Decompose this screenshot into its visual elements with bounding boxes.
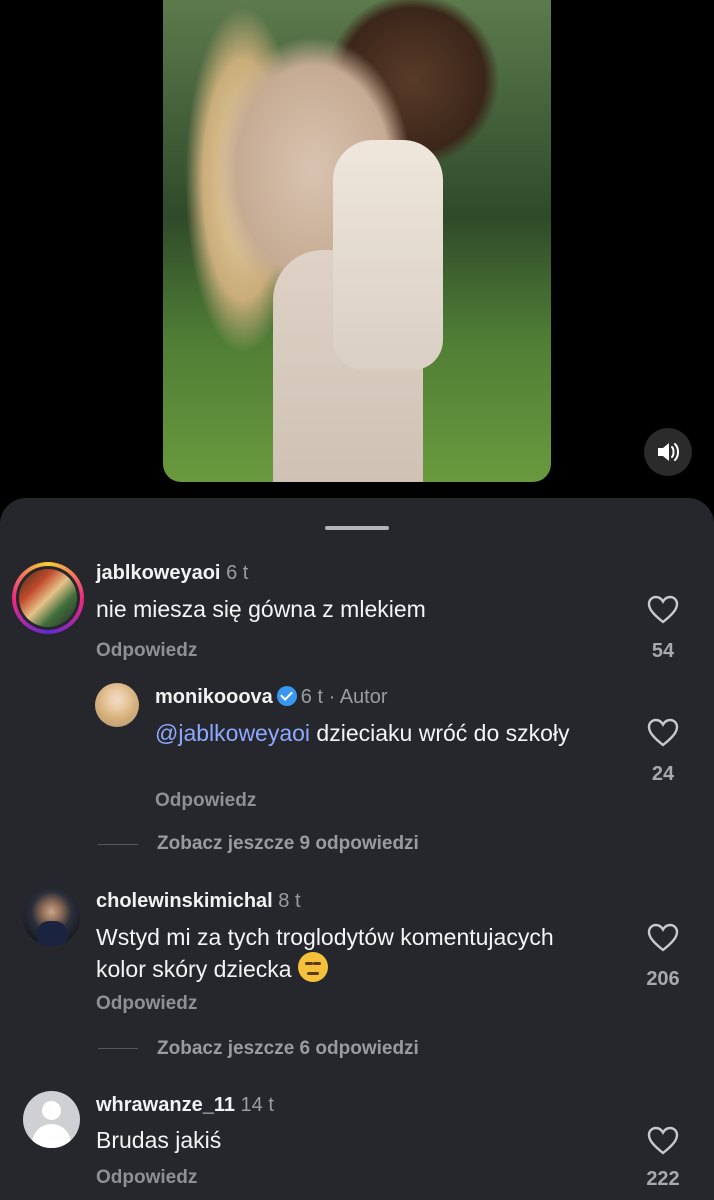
speaker-icon [658, 443, 679, 461]
heart-icon[interactable] [647, 595, 679, 625]
heart-icon[interactable] [647, 923, 679, 953]
view-more-replies-button[interactable]: Zobacz jeszcze 6 odpowiedzi [157, 1038, 419, 1060]
reply-username[interactable]: monikooova 6 t · Autor [155, 686, 388, 709]
mention-link[interactable]: @jablkoweyaoi [155, 720, 310, 746]
divider [98, 1048, 138, 1049]
view-more-replies-button[interactable]: Zobacz jeszcze 9 odpowiedzi [157, 833, 419, 855]
like-count: 222 [646, 1168, 680, 1190]
divider [98, 844, 138, 845]
reply-button[interactable]: Odpowiedz [96, 1167, 197, 1189]
avatar[interactable] [23, 889, 80, 946]
comment-text: nie miesza się gówna z mlekiem [96, 596, 426, 622]
reply-button[interactable]: Odpowiedz [155, 790, 256, 812]
comment-text: Wstyd mi za tych troglodytów komentujacy… [96, 924, 554, 982]
like-count: 54 [651, 640, 675, 662]
avatar[interactable] [95, 683, 139, 727]
expressionless-face-icon [297, 952, 328, 982]
like-count: 206 [646, 968, 680, 990]
video-figure-child [333, 140, 443, 370]
avatar[interactable] [12, 562, 84, 634]
drag-handle[interactable] [325, 526, 389, 530]
heart-icon[interactable] [647, 1126, 679, 1156]
heart-icon[interactable] [647, 718, 679, 748]
comment-username[interactable]: whrawanze_11 14 t [96, 1094, 274, 1117]
reply-text: @jablkoweyaoi dzieciaku wróć do szkoły [155, 720, 570, 746]
like-count: 24 [651, 763, 675, 785]
avatar[interactable] [23, 1091, 80, 1148]
video-player[interactable] [163, 0, 551, 482]
sound-toggle-button[interactable] [644, 428, 692, 476]
reply-button[interactable]: Odpowiedz [96, 640, 197, 662]
comment-text: Brudas jakiś [96, 1127, 222, 1153]
verified-badge-icon [276, 686, 297, 706]
comment-username[interactable]: jablkoweyaoi 6 t [96, 562, 248, 585]
comment-username[interactable]: cholewinskimichal 8 t [96, 890, 301, 913]
reply-button[interactable]: Odpowiedz [96, 993, 197, 1015]
